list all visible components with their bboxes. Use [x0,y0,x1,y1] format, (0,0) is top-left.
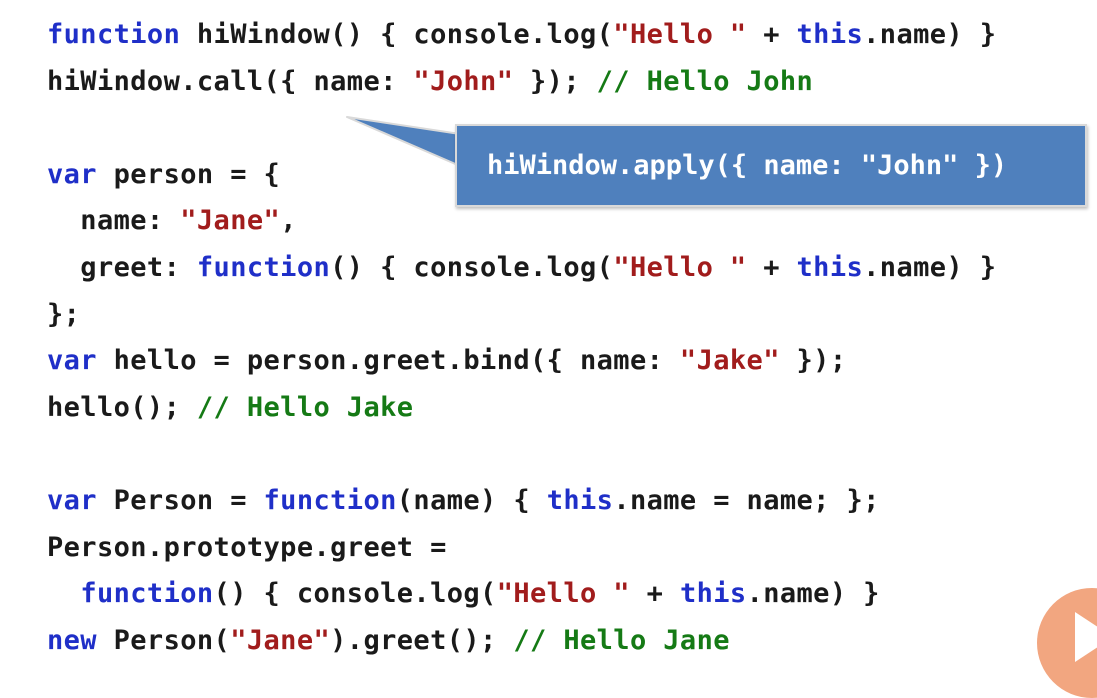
code-line-11: function() { console.log("Hello " + this… [80,578,880,610]
callout-text: hiWindow.apply({ name: "John" }) [487,150,1008,181]
code-line-12: new Person("Jane").greet(); // Hello Jan… [47,624,730,656]
callout-box: hiWindow.apply({ name: "John" }) [455,124,1087,207]
code-line-9: var Person = function(name) { this.name … [47,484,880,516]
code-line-8: hello(); // Hello Jake [47,391,414,423]
code-line-5: greet: function() { console.log("Hello "… [47,251,997,283]
code-line-10: Person.prototype.greet = [47,531,447,563]
code-line-blank-2 [47,431,996,478]
code-block: function hiWindow() { console.log("Hello… [47,12,996,664]
play-button[interactable] [1037,588,1097,698]
code-line-1: function hiWindow() { console.log("Hello… [47,19,997,50]
play-icon [1075,612,1097,662]
code-line-6: }; [47,298,81,330]
code-line-2: hiWindow.call({ name: "John" }); // Hell… [47,65,814,97]
code-line-7: var hello = person.greet.bind({ name: "J… [47,345,847,377]
